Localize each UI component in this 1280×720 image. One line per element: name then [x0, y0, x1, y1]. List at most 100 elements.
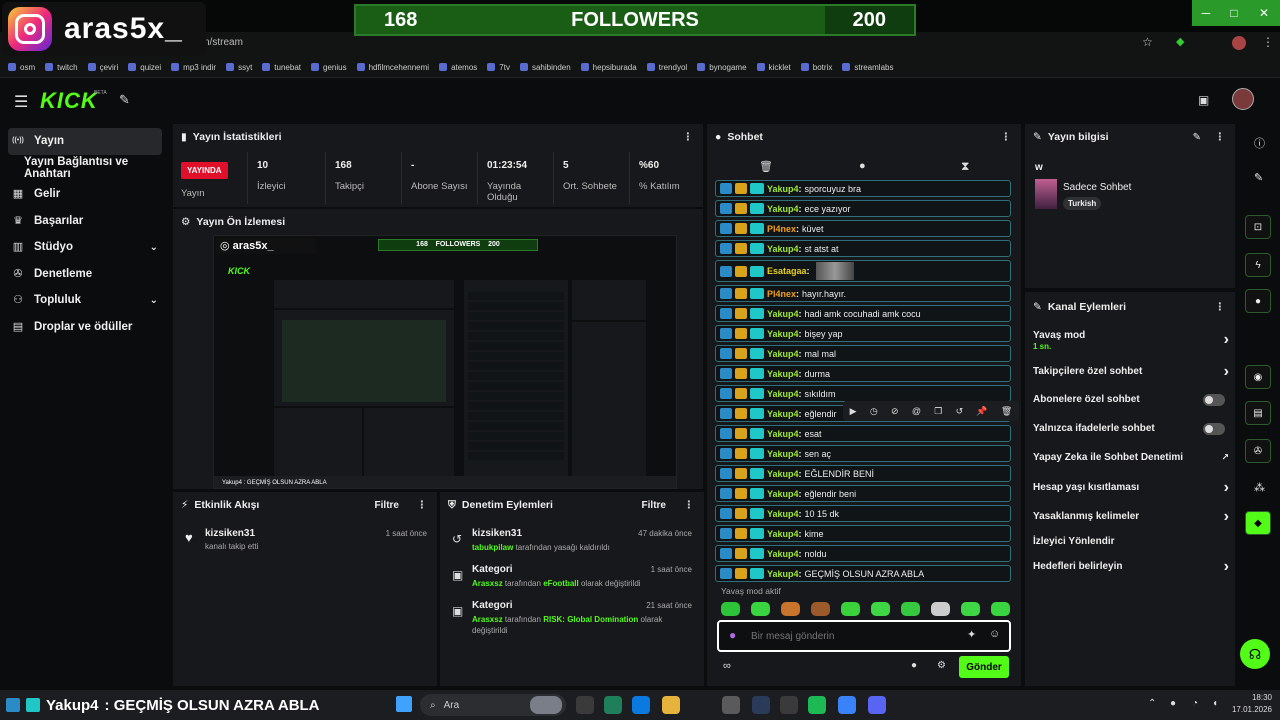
preview-video[interactable]: ◎ aras5x_ 168 FOLLOWERS 200 KICK Yakup4 … — [213, 235, 677, 489]
star-icon[interactable]: ☆ — [1142, 35, 1153, 49]
extension-icon[interactable]: ◆ — [1176, 35, 1184, 48]
channel-action-item[interactable]: Yalnızca ifadelerle sohbet — [1033, 423, 1229, 441]
infinity-icon[interactable]: ∞ — [723, 660, 731, 672]
hamburger-icon[interactable]: ☰ — [14, 92, 28, 112]
chat-username[interactable]: Yakup4 — [767, 449, 799, 459]
chat-rail-icon[interactable]: ● — [1245, 289, 1271, 313]
maximize-button[interactable]: □ — [1220, 0, 1248, 26]
emote-icon[interactable] — [811, 602, 830, 616]
emote-icon[interactable] — [901, 602, 920, 616]
edit-icon[interactable]: ✎ — [1193, 132, 1201, 143]
hourglass-icon[interactable]: ⧗ — [961, 159, 969, 174]
emoji-icon[interactable]: ☺ — [989, 628, 1000, 640]
bookmark-item[interactable]: hdfilmcehennemi — [356, 56, 429, 78]
bookmark-item[interactable]: trendyol — [646, 56, 687, 78]
bookmark-item[interactable]: quizei — [128, 56, 161, 78]
mention-icon[interactable]: @ — [912, 406, 921, 416]
microphone-icon[interactable]: ● — [729, 628, 736, 642]
chat-message[interactable]: Esatagaa: — [715, 260, 1011, 282]
bookmark-item[interactable]: sahibinden — [519, 56, 571, 78]
chat-username[interactable]: Yakup4 — [767, 184, 799, 194]
spotify-icon[interactable] — [808, 696, 826, 714]
chat-username[interactable]: Yakup4 — [767, 369, 799, 379]
emote-icon[interactable] — [781, 602, 800, 616]
extension-rail-icon[interactable]: ◆ — [1245, 511, 1271, 535]
sidebar-item[interactable]: ⚇ Topluluk ⌄ — [0, 287, 170, 314]
discord-icon[interactable] — [868, 696, 886, 714]
chat-input[interactable] — [751, 627, 941, 645]
chat-message[interactable]: Yakup4: eğlendir beni — [715, 485, 1011, 502]
chat-message[interactable]: Yakup4: durma — [715, 365, 1011, 382]
volume-icon[interactable]: ◖ — [1212, 698, 1218, 709]
moderation-actor[interactable]: tabukpilaw — [472, 543, 513, 552]
chat-message[interactable]: Yakup4: EĞLENDİR BENİ — [715, 465, 1011, 482]
chat-message[interactable]: Yakup4: sıkıldım — [715, 385, 1011, 402]
channel-action-item[interactable]: Yapay Zeka ile Sohbet Denetimi ↗ — [1033, 452, 1229, 470]
stats-menu-icon[interactable]: ⋮ — [683, 131, 694, 143]
chat-mode-icon[interactable]: ● — [859, 160, 866, 172]
tray-chevron-icon[interactable]: ⌃ — [1148, 698, 1156, 709]
broadcast-rail-icon[interactable]: ◉ — [1245, 365, 1271, 389]
chat-username[interactable]: Esatagaa — [767, 266, 807, 276]
moderation-actor[interactable]: Arasxsz — [472, 615, 503, 624]
emote-icon[interactable] — [841, 602, 860, 616]
chat-message[interactable]: Yakup4: kime — [715, 525, 1011, 542]
chat-input-box[interactable]: ● ✦ ☺ — [717, 620, 1011, 652]
pin-message-icon[interactable]: 📌 — [976, 406, 987, 417]
minimize-button[interactable]: ─ — [1192, 0, 1220, 26]
emote-icon[interactable] — [751, 602, 770, 616]
moderation-actor[interactable]: Arasxsz — [472, 579, 503, 588]
moderation-item-title[interactable]: Kategori — [472, 564, 513, 575]
task-view-icon[interactable] — [576, 696, 594, 714]
gear-icon[interactable]: ⚙ — [937, 660, 946, 671]
chat-message[interactable]: Yakup4: bişey yap — [715, 325, 1011, 342]
language-tag[interactable]: Turkish — [1063, 197, 1102, 210]
wifi-icon[interactable]: ◔ — [1192, 698, 1198, 709]
channel-action-item[interactable]: İzleyici Yönlendir — [1033, 536, 1229, 554]
ban-icon[interactable]: ⊘ — [891, 406, 899, 417]
sidebar-item[interactable]: ((•)) Yayın — [8, 128, 162, 155]
send-button[interactable]: Gönder — [959, 656, 1009, 678]
emote-icon[interactable] — [871, 602, 890, 616]
chat-username[interactable]: Yakup4 — [767, 309, 799, 319]
channel-action-item[interactable]: Takipçilere özel sohbet › — [1033, 364, 1229, 384]
chat-message[interactable]: Yakup4: st atst at — [715, 240, 1011, 257]
chat-username[interactable]: Yakup4 — [767, 429, 799, 439]
activity-filter-button[interactable]: Filtre — [375, 500, 399, 511]
toggle-switch[interactable] — [1203, 423, 1225, 435]
chat-message[interactable]: Pl4nex: hayır.hayır. — [715, 285, 1011, 302]
chat-message[interactable]: Yakup4: esat — [715, 425, 1011, 442]
wrench-rail-icon[interactable]: ✇ — [1245, 439, 1271, 463]
pin-icon[interactable]: ✎ — [119, 92, 130, 108]
chat-username[interactable]: Pl4nex — [767, 224, 796, 234]
bookmark-item[interactable]: kicklet — [756, 56, 791, 78]
bookmark-item[interactable]: twitch — [45, 56, 78, 78]
moderation-filter-button[interactable]: Filtre — [642, 500, 666, 511]
sidebar-item[interactable]: ✇ Denetleme — [0, 261, 170, 288]
edge-icon[interactable] — [632, 696, 650, 714]
chat-username[interactable]: Yakup4 — [767, 549, 799, 559]
chrome-icon[interactable] — [838, 696, 856, 714]
bookmark-item[interactable]: bynogame — [697, 56, 747, 78]
bookmark-item[interactable]: çeviri — [87, 56, 118, 78]
bookmark-item[interactable]: hepsiburada — [580, 56, 637, 78]
bookmark-item[interactable]: mp3 indir — [171, 56, 216, 78]
bookmark-item[interactable]: botrix — [800, 56, 832, 78]
channel-action-item[interactable]: Abonelere özel sohbet — [1033, 394, 1229, 412]
trash-icon[interactable]: 🗑 — [759, 160, 773, 173]
lightning-icon[interactable]: ϟ — [1245, 253, 1271, 277]
emote-icon[interactable] — [991, 602, 1010, 616]
chat-username[interactable]: Yakup4 — [767, 329, 799, 339]
sidebar-item[interactable]: ▤ Droplar ve ödüller — [0, 314, 170, 341]
bookmark-item[interactable]: 7tv — [487, 56, 510, 78]
info-icon[interactable]: ⓘ — [1254, 135, 1265, 151]
close-button[interactable]: ✕ — [1248, 0, 1280, 26]
activity-user[interactable]: kizsiken31 — [205, 528, 255, 539]
widgets-icon[interactable] — [530, 696, 562, 714]
epic-games-icon[interactable] — [722, 696, 740, 714]
delete-icon[interactable]: 🗑 — [1001, 406, 1012, 417]
channel-actions-menu-icon[interactable]: ⋮ — [1215, 301, 1226, 313]
bookmark-item[interactable]: atemos — [439, 56, 477, 78]
stream-info-menu-icon[interactable]: ⋮ — [1215, 131, 1226, 143]
steam-icon[interactable] — [752, 696, 770, 714]
